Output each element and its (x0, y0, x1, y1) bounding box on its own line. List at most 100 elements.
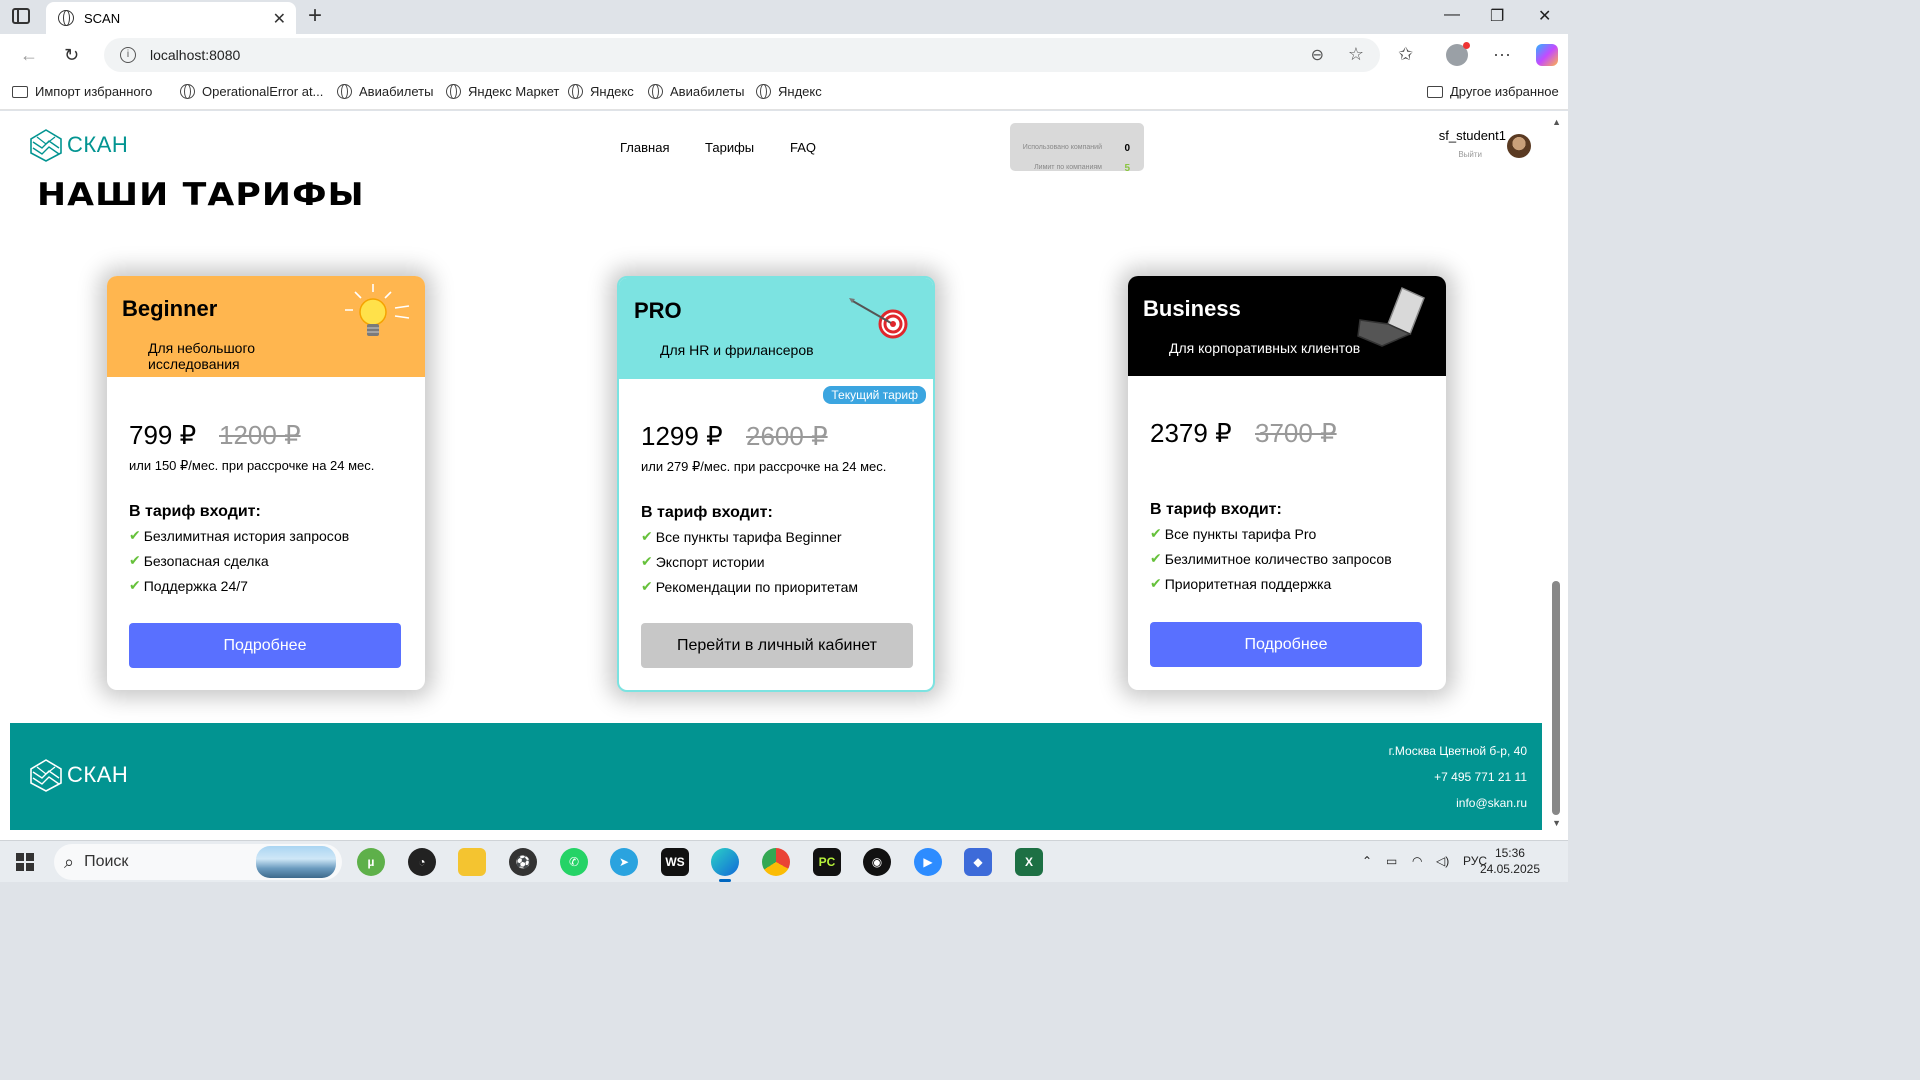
logo-text: СКАН (67, 132, 129, 157)
excel-icon[interactable]: X (1015, 848, 1043, 876)
taskbar-clock[interactable]: 15:36 24.05.2025 (1480, 845, 1540, 877)
utorrent-icon[interactable]: µ (357, 848, 385, 876)
logout-link[interactable]: Выйти (1458, 150, 1482, 159)
check-icon: ✔ (129, 552, 141, 568)
copilot-icon[interactable] (1536, 44, 1558, 66)
globe-icon (568, 84, 583, 99)
new-tab-button[interactable]: + (308, 4, 322, 28)
check-icon: ✔ (1150, 550, 1162, 566)
target-icon (849, 298, 908, 339)
feature-item: ✔ Безлимитная история запросов (129, 527, 350, 544)
used-companies-value: 0 (1124, 143, 1130, 154)
plan-included-heading: В тариф входит: (1150, 501, 1282, 518)
favorites-bar: Импорт избранного OperationalError at...… (0, 76, 1568, 110)
wifi-icon[interactable]: ◠ (1412, 854, 1422, 868)
bookmark-import[interactable]: Импорт избранного (12, 84, 152, 99)
webstorm-icon[interactable]: WS (661, 848, 689, 876)
zoom-app-icon[interactable]: ▶ (914, 848, 942, 876)
footer-logo[interactable]: СКАН (29, 758, 128, 792)
browser-tab-bar: SCAN ✕ + — ❐ ✕ (0, 0, 1568, 34)
bookmark-item[interactable]: Яндекс Маркет (446, 84, 559, 99)
footer-address: г.Москва Цветной б-р, 40 (1388, 744, 1527, 758)
user-name: sf_student1 (1438, 128, 1506, 143)
plan-price: 1299 ₽ (641, 421, 723, 451)
user-avatar (1507, 134, 1531, 158)
globe-icon (180, 84, 195, 99)
browser-tab[interactable]: SCAN ✕ (46, 2, 296, 34)
start-button[interactable] (16, 853, 34, 871)
favorite-star-icon[interactable]: ☆ (1348, 44, 1364, 65)
plan-included-heading: В тариф входит: (641, 504, 773, 521)
taskbar-search[interactable]: ⌕ Поиск (54, 844, 342, 880)
back-icon[interactable]: ← (20, 45, 38, 66)
feature-item: ✔ Безлимитное количество запросов (1150, 550, 1392, 567)
maximize-icon[interactable]: ❐ (1490, 6, 1504, 26)
other-bookmarks[interactable]: Другое избранное (1427, 84, 1559, 99)
battery-icon[interactable]: ▭ (1386, 854, 1397, 868)
file-explorer-icon[interactable] (458, 848, 486, 876)
favorites-icon[interactable]: ✩ (1398, 44, 1413, 65)
feature-item: ✔ Приоритетная поддержка (1150, 575, 1332, 592)
reload-icon[interactable]: ↻ (64, 45, 79, 66)
plan-name: Beginner (122, 296, 218, 321)
edge-icon[interactable] (711, 848, 739, 882)
bookmark-item[interactable]: Авиабилеты (648, 84, 744, 99)
bookmark-item[interactable]: Яндекс (568, 84, 634, 99)
current-plan-badge: Текущий тариф (823, 386, 926, 404)
plan-price: 799 ₽ (129, 420, 197, 450)
plan-feature-list: ✔ Все пункты тарифа Beginner ✔ Экспорт ист… (641, 524, 858, 599)
plan-old-price: 3700 ₽ (1255, 418, 1337, 448)
globe-icon (446, 84, 461, 99)
scroll-up-arrow[interactable]: ▲ (1552, 117, 1561, 127)
zoom-icon[interactable]: ⊖ (1311, 45, 1324, 65)
volume-icon[interactable]: ◁) (1436, 854, 1449, 868)
minimize-icon[interactable]: — (1444, 6, 1460, 24)
plan-installment: или 279 ₽/мес. при рассрочке на 24 мес. (641, 459, 887, 474)
plan-name: PRO (634, 298, 682, 323)
plan-included-heading: В тариф входит: (129, 503, 261, 520)
plan-subtitle: Для небольшого исследования (148, 340, 256, 372)
tray-chevron-icon[interactable]: ⌃ (1362, 854, 1372, 868)
bookmark-item[interactable]: OperationalError at... (180, 84, 323, 99)
company-limit-value: 5 (1124, 163, 1130, 174)
more-menu-icon[interactable]: ··· (1493, 44, 1511, 65)
close-window-icon[interactable]: ✕ (1538, 6, 1551, 26)
telegram-icon[interactable]: ➤ (610, 848, 638, 876)
footer-email[interactable]: info@skan.ru (1456, 796, 1527, 810)
header-logo[interactable]: СКАН (29, 128, 128, 162)
nav-home[interactable]: Главная (620, 140, 669, 155)
feature-item: ✔ Экспорт истории (641, 553, 765, 570)
dashboard-button[interactable]: Перейти в личный кабинет (641, 623, 913, 668)
check-icon: ✔ (1150, 575, 1162, 591)
nav-faq[interactable]: FAQ (790, 140, 816, 155)
globe-icon (756, 84, 771, 99)
bookmark-item[interactable]: Яндекс (756, 84, 822, 99)
page-viewport: СКАН Главная Тарифы FAQ Использовано ком… (0, 111, 1568, 840)
app-switcher-icon[interactable]: ◆ (964, 848, 992, 876)
site-info-icon[interactable]: i (120, 47, 136, 63)
chrome-icon[interactable] (762, 848, 790, 876)
speedometer-icon[interactable]: ◔ (408, 848, 436, 876)
url-field[interactable]: i localhost:8080 ⊖ ☆ (104, 38, 1380, 72)
plan-header: Business Для корпоративных клиентов (1128, 276, 1446, 376)
profile-avatar[interactable] (1446, 42, 1470, 66)
plan-card-beginner: Beginner Для небольшого исследования 799… (107, 276, 425, 690)
github-icon[interactable]: ◉ (863, 848, 891, 876)
scrollbar-thumb[interactable] (1552, 581, 1560, 815)
tab-title: SCAN (84, 10, 121, 26)
whatsapp-icon[interactable]: ✆ (560, 848, 588, 876)
bookmark-item[interactable]: Авиабилеты (337, 84, 433, 99)
check-icon: ✔ (641, 553, 653, 569)
close-tab-icon[interactable]: ✕ (273, 9, 286, 29)
plan-card-pro: PRO Для HR и фрилансеров Текущий тариф 1… (617, 276, 935, 692)
scroll-down-arrow[interactable]: ▼ (1552, 818, 1561, 828)
check-icon: ✔ (129, 527, 141, 543)
pycharm-icon[interactable]: PC (813, 848, 841, 876)
footer-phone[interactable]: +7 495 771 21 11 (1434, 770, 1527, 784)
details-button[interactable]: Подробнее (129, 623, 401, 668)
nav-tariffs[interactable]: Тарифы (705, 140, 754, 155)
details-button[interactable]: Подробнее (1150, 622, 1422, 667)
soccer-app-icon[interactable]: ⚽ (509, 848, 537, 876)
tab-actions-icon[interactable] (12, 8, 30, 24)
page-title: НАШИ ТАРИФЫ (37, 177, 365, 213)
